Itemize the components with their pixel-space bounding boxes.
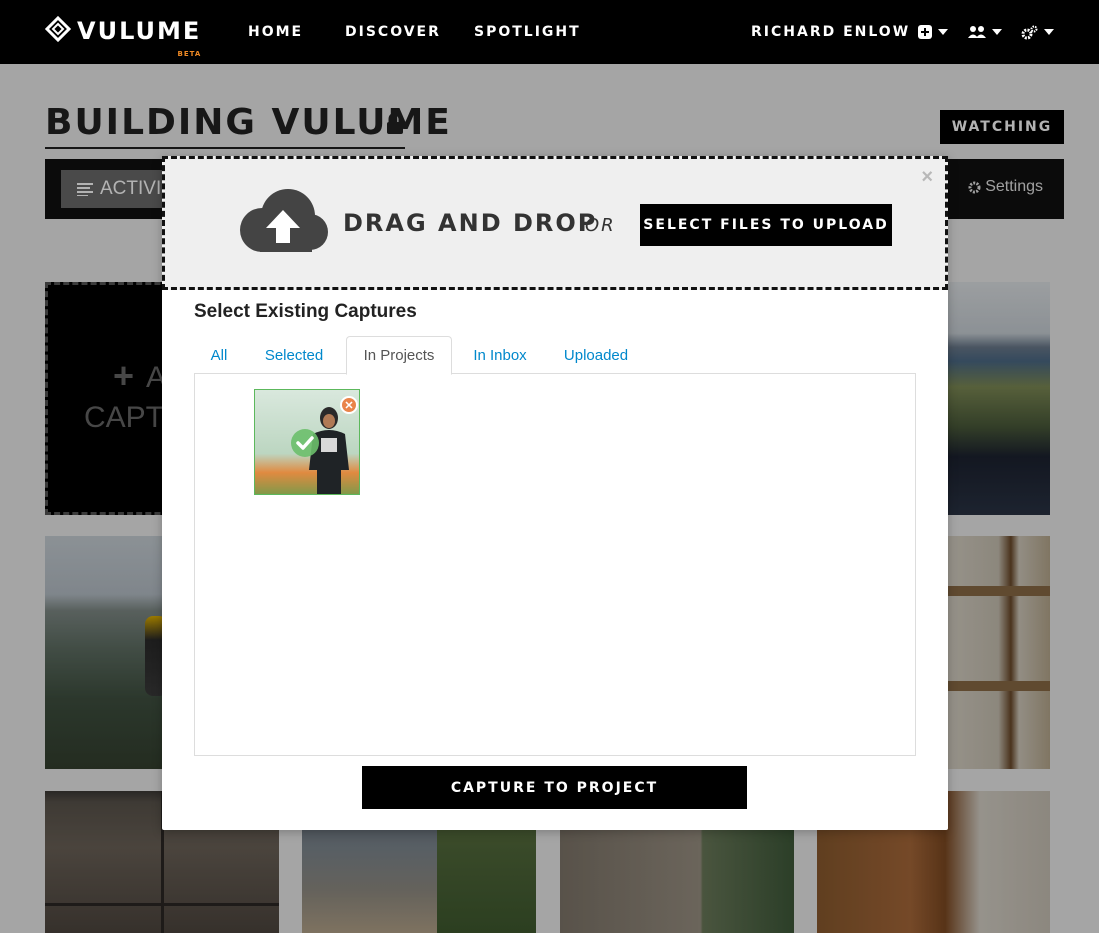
tab-all[interactable]: All	[194, 336, 244, 374]
tab-in-projects[interactable]: In Projects	[346, 336, 452, 375]
add-capture-modal: DRAG AND DROP OR SELECT FILES TO UPLOAD …	[162, 156, 948, 830]
nav-link-home[interactable]: HOME	[248, 23, 303, 41]
cloud-upload-icon	[240, 189, 328, 252]
select-existing-heading: Select Existing Captures	[194, 301, 417, 322]
settings-menu-dropdown[interactable]	[1021, 22, 1054, 42]
capture-filter-tabs: All Selected In Projects In Inbox Upload…	[194, 336, 916, 375]
vulume-logo[interactable]: VULUME BETA	[45, 16, 201, 58]
checkmark-icon	[291, 429, 319, 457]
nav-link-spotlight[interactable]: SPOTLIGHT	[474, 23, 581, 41]
drag-drop-label: DRAG AND DROP	[343, 209, 598, 237]
captures-grid: ✕	[194, 374, 916, 756]
tab-uploaded[interactable]: Uploaded	[550, 336, 642, 374]
chevron-down-icon	[938, 29, 948, 35]
add-menu-dropdown[interactable]	[918, 22, 948, 42]
close-icon[interactable]: ×	[921, 167, 933, 187]
logo-wordmark: VULUME BETA	[77, 16, 201, 58]
team-menu-dropdown[interactable]	[968, 22, 1002, 42]
chevron-down-icon	[1044, 29, 1054, 35]
top-navigation-bar: VULUME BETA HOME DISCOVER SPOTLIGHT RICH…	[0, 0, 1099, 64]
tab-selected[interactable]: Selected	[250, 336, 338, 374]
tab-in-inbox[interactable]: In Inbox	[460, 336, 540, 374]
file-dropzone[interactable]: DRAG AND DROP OR SELECT FILES TO UPLOAD …	[162, 156, 948, 290]
nav-link-discover[interactable]: DISCOVER	[345, 23, 441, 41]
user-name-link[interactable]: RICHARD ENLOW	[751, 23, 910, 41]
users-icon	[968, 26, 986, 38]
remove-capture-icon[interactable]: ✕	[340, 396, 358, 414]
or-label: OR	[585, 215, 616, 236]
diamond-logo-icon	[45, 16, 71, 42]
capture-to-project-button[interactable]: CAPTURE TO PROJECT	[362, 766, 747, 809]
select-files-button[interactable]: SELECT FILES TO UPLOAD	[640, 204, 892, 246]
plus-square-icon	[918, 25, 932, 39]
gears-icon	[1021, 25, 1038, 39]
chevron-down-icon	[992, 29, 1002, 35]
